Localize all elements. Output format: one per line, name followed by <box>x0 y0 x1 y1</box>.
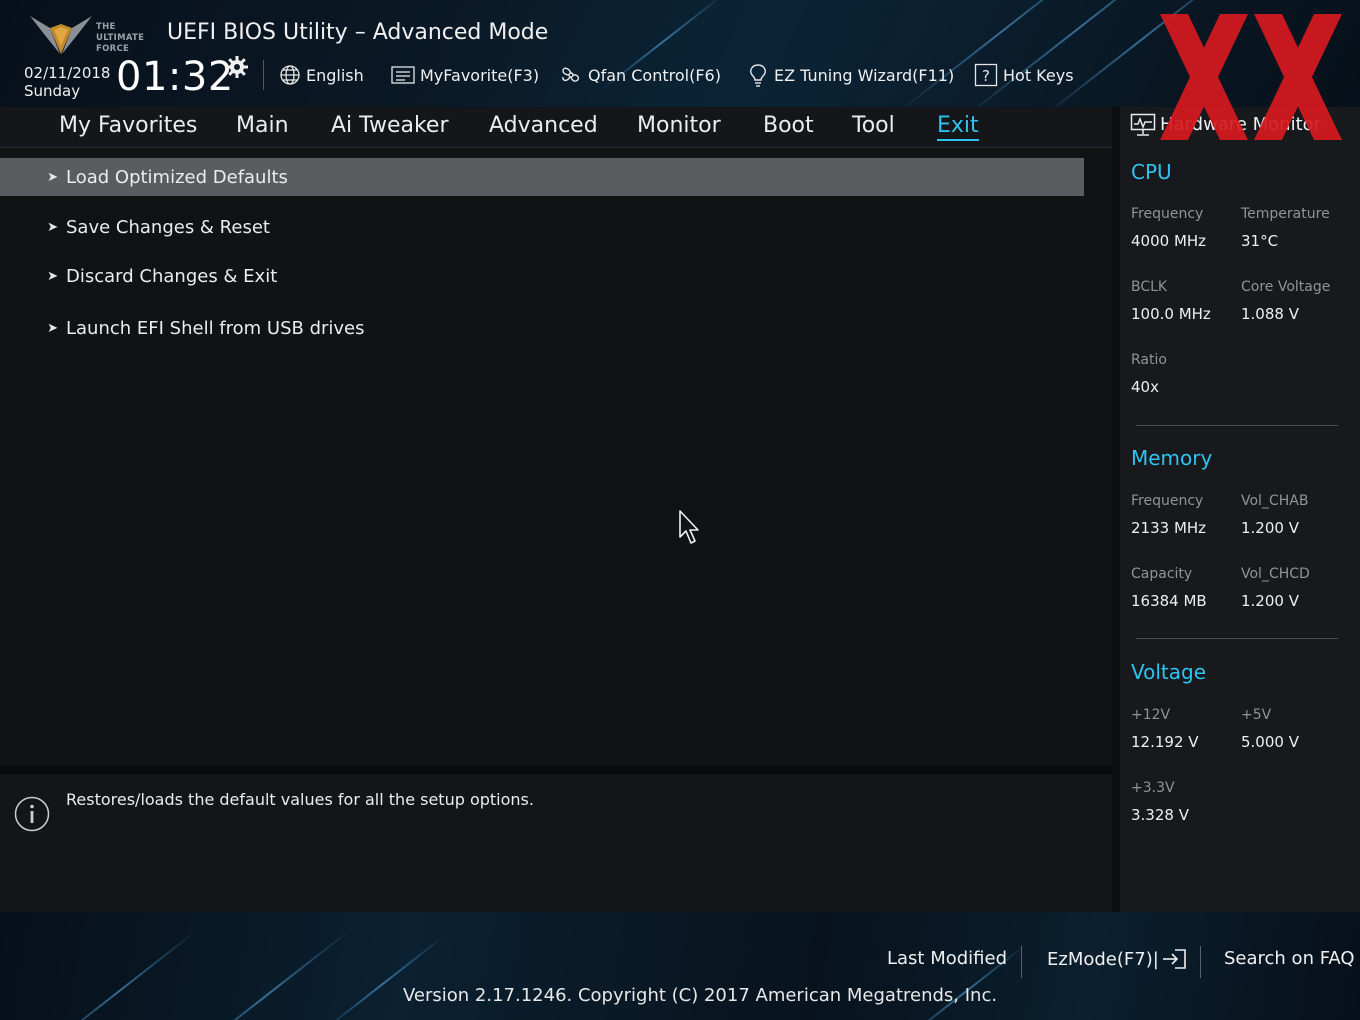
myfavorite-button[interactable]: MyFavorite(F3) <box>391 62 539 88</box>
decor-streak <box>1039 0 1246 107</box>
v33-label: +3.3V <box>1131 780 1175 796</box>
chevron-right-icon: ➤ <box>47 169 58 185</box>
cpu-temperature-label: Temperature <box>1241 206 1330 222</box>
gear-icon[interactable] <box>225 55 249 79</box>
monitor-icon <box>1130 113 1156 136</box>
ratio-label: Ratio <box>1131 352 1167 368</box>
menu-launch-efi-shell[interactable]: ➤ Launch EFI Shell from USB drives <box>0 309 1084 347</box>
cpu-temperature-value: 31°C <box>1241 232 1279 250</box>
decor-streak <box>179 926 354 1020</box>
menu-label: Load Optimized Defaults <box>66 166 288 188</box>
search-faq-button[interactable]: Search on FAQ <box>1224 948 1355 969</box>
lightbulb-icon <box>750 64 766 87</box>
voltage-section-title: Voltage <box>1131 660 1207 684</box>
section-divider <box>1136 425 1338 426</box>
ez-tuning-wizard-label: EZ Tuning Wizard(F11) <box>774 65 955 85</box>
tuf-logo <box>30 16 92 54</box>
exit-arrow-icon <box>1162 949 1186 969</box>
tab-my-favorites[interactable]: My Favorites <box>59 113 197 138</box>
svg-text:?: ? <box>982 67 990 85</box>
v5-label: +5V <box>1241 707 1272 723</box>
logo-text: THE ULTIMATE FORCE <box>96 22 145 54</box>
tab-ai-tweaker[interactable]: Ai Tweaker <box>331 113 449 138</box>
fan-icon <box>562 67 580 82</box>
tab-tool[interactable]: Tool <box>852 113 895 138</box>
menu-label: Launch EFI Shell from USB drives <box>66 317 365 339</box>
vol-chab-value: 1.200 V <box>1241 519 1299 537</box>
memory-frequency-value: 2133 MHz <box>1131 519 1207 537</box>
menu-label: Discard Changes & Exit <box>66 265 278 287</box>
footer-divider <box>1200 946 1201 978</box>
v12-label: +12V <box>1131 707 1171 723</box>
chevron-right-icon: ➤ <box>47 268 58 284</box>
hot-keys-button[interactable]: ? Hot Keys <box>974 62 1074 88</box>
ez-tuning-wizard-button[interactable]: EZ Tuning Wizard(F11) <box>747 62 954 88</box>
menu-discard-changes-exit[interactable]: ➤ Discard Changes & Exit <box>0 257 1084 295</box>
vol-chcd-value: 1.200 V <box>1241 592 1299 610</box>
core-voltage-label: Core Voltage <box>1241 279 1331 295</box>
myfavorite-label: MyFavorite(F3) <box>420 65 540 85</box>
bclk-value: 100.0 MHz <box>1131 305 1211 323</box>
vol-chab-label: Vol_CHAB <box>1241 493 1309 509</box>
last-modified-button[interactable]: Last Modified <box>887 948 1007 969</box>
menu-save-changes-reset[interactable]: ➤ Save Changes & Reset <box>0 208 1084 246</box>
capacity-value: 16384 MB <box>1131 592 1207 610</box>
ezmode-button[interactable]: EzMode(F7)| <box>1047 948 1187 970</box>
language-button[interactable]: English <box>279 62 364 88</box>
capacity-label: Capacity <box>1131 566 1193 582</box>
tab-monitor[interactable]: Monitor <box>637 113 721 138</box>
bclk-label: BCLK <box>1131 279 1168 295</box>
qfan-control-button[interactable]: Qfan Control(F6) <box>559 62 721 88</box>
cpu-frequency-value: 4000 MHz <box>1131 232 1207 250</box>
core-voltage-value: 1.088 V <box>1241 305 1299 323</box>
favorite-list-icon <box>391 66 415 84</box>
memory-section-title: Memory <box>1131 446 1213 470</box>
section-divider <box>1136 638 1338 639</box>
cpu-section-title: CPU <box>1131 160 1172 184</box>
decor-streak <box>959 0 1198 107</box>
tab-boot[interactable]: Boot <box>763 113 814 138</box>
cpu-frequency-label: Frequency <box>1131 206 1204 222</box>
footer-divider <box>1021 946 1022 978</box>
panel-divider <box>0 766 1112 774</box>
info-icon <box>14 796 50 832</box>
header-divider <box>263 60 264 90</box>
tab-main[interactable]: Main <box>236 113 289 138</box>
version-text: Version 2.17.1246. Copyright (C) 2017 Am… <box>403 985 998 1006</box>
qfan-control-label: Qfan Control(F6) <box>588 65 721 85</box>
date: 02/11/2018 <box>24 64 111 82</box>
menu-label: Save Changes & Reset <box>66 216 270 238</box>
decor-streak <box>39 929 199 1020</box>
help-text: Restores/loads the default values for al… <box>66 790 534 809</box>
v12-value: 12.192 V <box>1131 733 1199 751</box>
menu-load-optimized-defaults[interactable]: ➤ Load Optimized Defaults <box>0 158 1084 196</box>
mouse-pointer-icon <box>679 510 699 544</box>
tab-exit[interactable]: Exit <box>937 113 979 141</box>
tab-advanced[interactable]: Advanced <box>489 113 598 138</box>
language-label: English <box>306 65 364 85</box>
chevron-right-icon: ➤ <box>47 219 58 235</box>
main-panel: ➤ Load Optimized Defaults ➤ Save Changes… <box>0 148 1112 766</box>
question-box-icon: ? <box>974 63 998 87</box>
v33-value: 3.328 V <box>1131 806 1189 824</box>
ratio-value: 40x <box>1131 378 1159 396</box>
tab-bar: My Favorites Main Ai Tweaker Advanced Mo… <box>0 107 1112 148</box>
app-title: UEFI BIOS Utility – Advanced Mode <box>167 20 549 45</box>
day: Sunday <box>24 82 81 100</box>
globe-icon <box>280 65 300 85</box>
vol-chcd-label: Vol_CHCD <box>1241 566 1310 582</box>
clock: 01:32 <box>116 54 234 100</box>
decor-streak <box>319 933 447 1020</box>
chevron-right-icon: ➤ <box>47 320 58 336</box>
hot-keys-label: Hot Keys <box>1003 65 1074 85</box>
v5-value: 5.000 V <box>1241 733 1299 751</box>
memory-frequency-label: Frequency <box>1131 493 1204 509</box>
hardware-monitor-title: Hardware Monitor <box>1160 114 1322 135</box>
ezmode-label: EzMode(F7)| <box>1047 948 1159 970</box>
